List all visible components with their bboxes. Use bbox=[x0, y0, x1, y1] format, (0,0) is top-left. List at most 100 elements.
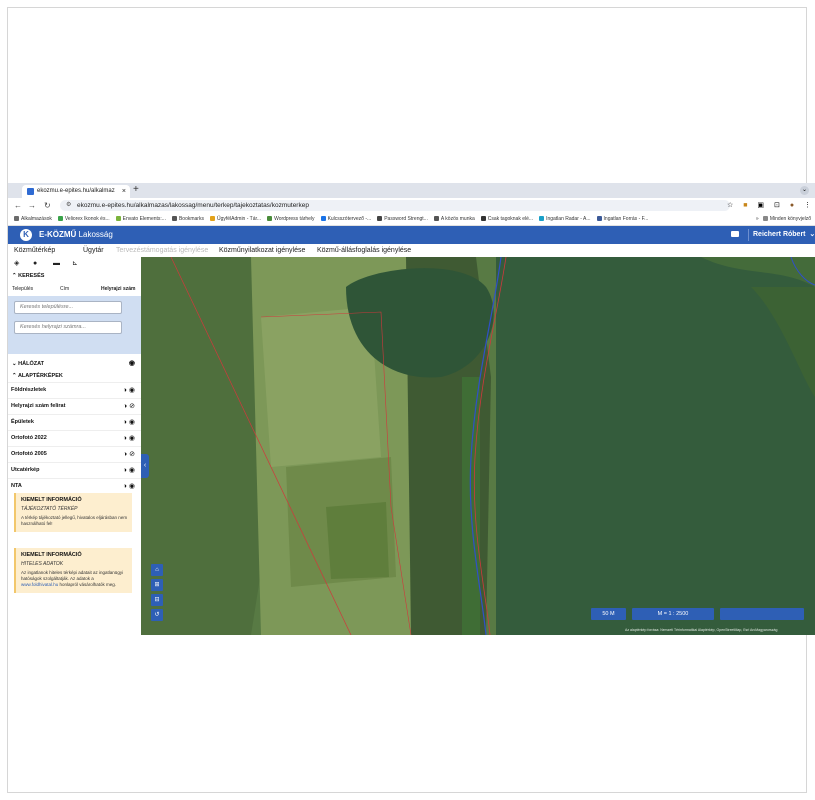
back-icon[interactable]: ← bbox=[14, 198, 22, 213]
bookmarks-more[interactable]: » bbox=[756, 216, 759, 222]
info-heading: KIEMELT INFORMÁCIÓ bbox=[21, 552, 82, 558]
eye-icon[interactable]: ◉ bbox=[129, 483, 135, 490]
new-tab-icon[interactable]: + bbox=[133, 184, 139, 195]
menu-item-kozmu-allasfoglalas[interactable]: Közmű-állásfoglalás igénylése bbox=[317, 244, 411, 257]
bookmark-star-icon[interactable]: ☆ bbox=[727, 200, 733, 211]
user-menu[interactable]: Reichert Róbert ⌄ bbox=[753, 226, 815, 244]
browser-tab[interactable]: ekozmu.e-epites.hu/alkalmaz × bbox=[22, 185, 130, 198]
bookmark-icon bbox=[267, 216, 273, 221]
bookmark-item[interactable]: Csak tagoknak elé... bbox=[480, 213, 534, 225]
menu-item-kozmunyilatkozat[interactable]: Közműnyilatkozat igénylése bbox=[219, 244, 305, 257]
eye-icon[interactable]: ◉ bbox=[129, 435, 135, 442]
info-icon[interactable]: ● bbox=[33, 257, 37, 270]
menu-item-kozmuterkep[interactable]: Közműtérkép bbox=[14, 244, 55, 257]
layer-row[interactable]: Földrészletek ◑ ◉ bbox=[8, 382, 141, 398]
search-panel: Keresés településre... Keresés helyrajzi… bbox=[8, 296, 141, 354]
extension-icon[interactable]: ■ bbox=[743, 200, 747, 211]
eye-icon[interactable]: ◉ bbox=[129, 358, 135, 370]
tab-parcel-number[interactable]: Helyrajzi szám bbox=[101, 282, 135, 296]
layer-label: Ortofotó 2022 bbox=[11, 435, 47, 441]
menu-icon[interactable]: ⋮ bbox=[804, 200, 811, 211]
url-text: ekozmu.e-epites.hu/alkalmazas/lakossag/m… bbox=[77, 202, 309, 209]
home-icon[interactable]: ⌂ bbox=[151, 564, 163, 576]
bookmark-item[interactable]: Wordpress tárhely bbox=[267, 213, 315, 225]
bookmark-item[interactable]: ÜgyfélAdmin - Tár... bbox=[209, 213, 262, 225]
layers-icon[interactable]: ◈ bbox=[14, 257, 19, 270]
bookmark-item[interactable]: A közös munka bbox=[433, 213, 475, 225]
forward-icon[interactable]: → bbox=[28, 198, 36, 213]
tab-search-icon[interactable]: ⌄ bbox=[800, 186, 809, 195]
eye-off-icon[interactable]: ⊘ bbox=[129, 451, 135, 458]
extension-icon[interactable]: ▣ bbox=[757, 200, 764, 211]
bookmark-icon bbox=[209, 216, 215, 221]
settlement-search-input[interactable]: Keresés településre... bbox=[14, 301, 122, 314]
layer-row[interactable]: Helyrajzi szám felirat ◑ ⊘ bbox=[8, 398, 141, 414]
layer-controls: ◑ ⊘ bbox=[123, 399, 135, 414]
bookmark-item[interactable]: Envato Elements:... bbox=[115, 213, 166, 225]
bookmark-icon bbox=[115, 216, 121, 221]
url-field[interactable]: ⚙ ekozmu.e-epites.hu/alkalmazas/lakossag… bbox=[60, 200, 730, 211]
bookmark-label: Alkalmazások bbox=[21, 216, 52, 222]
layer-row[interactable]: Ortofotó 2022 ◑ ◉ bbox=[8, 430, 141, 446]
bookmark-item[interactable]: Ingatlan Forrás - F... bbox=[596, 213, 648, 225]
layer-row[interactable]: NTA ◑ ◉ bbox=[8, 478, 141, 494]
sidebar-collapse-button[interactable]: ‹ bbox=[141, 454, 149, 478]
basemaps-section-header[interactable]: ⌃ ALAPTÉRKÉPEK bbox=[8, 370, 141, 382]
map-controls: ⌂ ⊞ ⊟ ↺ bbox=[151, 564, 163, 624]
browser-tab-bar: ekozmu.e-epites.hu/alkalmaz × + ⌄ bbox=[8, 183, 815, 198]
undo-icon[interactable]: ↺ bbox=[151, 609, 163, 621]
header-divider bbox=[748, 229, 749, 241]
zoom-out-icon[interactable]: ⊟ bbox=[151, 594, 163, 606]
zoom-in-icon[interactable]: ⊞ bbox=[151, 579, 163, 591]
info-subheading: HITELES ADATOK bbox=[21, 561, 64, 567]
bookmark-icon bbox=[14, 216, 19, 221]
layer-label: Földrészletek bbox=[11, 387, 47, 393]
coordinate-display bbox=[720, 608, 804, 620]
eye-icon[interactable]: ◉ bbox=[129, 467, 135, 474]
bookmark-icon bbox=[171, 216, 177, 221]
eye-icon[interactable]: ◉ bbox=[129, 387, 135, 394]
tab-address[interactable]: Cím bbox=[60, 282, 69, 296]
layer-label: Épületek bbox=[11, 419, 34, 425]
bookmarks-overflow[interactable]: » Minden könyvjelző bbox=[756, 213, 811, 225]
print-icon[interactable]: ▬ bbox=[53, 257, 60, 270]
bookmark-item[interactable]: Veliorex Ikonok és... bbox=[57, 213, 110, 225]
bookmark-item[interactable]: Kulcsszótervező -... bbox=[320, 213, 371, 225]
search-section-header[interactable]: ⌃ KERESÉS bbox=[8, 270, 141, 282]
network-section-header[interactable]: ⌄ HÁLÓZAT ◉ bbox=[8, 358, 141, 370]
all-bookmarks[interactable]: Minden könyvjelző bbox=[770, 216, 811, 222]
bookmark-item[interactable]: Ingatlan Radar - A... bbox=[539, 213, 591, 225]
favicon-icon bbox=[27, 188, 34, 195]
bookmark-icon bbox=[433, 216, 439, 221]
basemap-layer-list: Földrészletek ◑ ◉ Helyrajzi szám felirat ◑ … bbox=[8, 382, 141, 494]
reload-icon[interactable]: ↻ bbox=[44, 198, 51, 213]
sidebar-toolbar: ◈ ● ▬ ⊾ bbox=[8, 257, 141, 270]
bookmark-item[interactable]: Alkalmazások bbox=[14, 213, 52, 225]
layer-row[interactable]: Épületek ◑ ◉ bbox=[8, 414, 141, 430]
info-box-hiteles-adatok: KIEMELT INFORMÁCIÓ HITELES ADATOK Az ing… bbox=[14, 548, 132, 593]
search-section-title: KERESÉS bbox=[18, 273, 45, 279]
site-info-icon[interactable]: ⚙ bbox=[66, 200, 71, 211]
app-brand: E-KÖZMŰ Lakosság bbox=[39, 226, 113, 244]
measure-icon[interactable]: ⊾ bbox=[72, 257, 78, 270]
address-bar-row: ← → ↻ ⚙ ekozmu.e-epites.hu/alkalmazas/la… bbox=[8, 198, 815, 213]
close-tab-icon[interactable]: × bbox=[122, 185, 126, 198]
layer-row[interactable]: Utcatérkép ◑ ◉ bbox=[8, 462, 141, 478]
eye-off-icon[interactable]: ⊘ bbox=[129, 403, 135, 410]
layer-row[interactable]: Ortofotó 2005 ◑ ⊘ bbox=[8, 446, 141, 462]
bookmark-label: Csak tagoknak elé... bbox=[487, 216, 534, 222]
bookmark-item[interactable]: Password Strengt... bbox=[377, 213, 428, 225]
puzzle-icon[interactable]: ⊡ bbox=[774, 200, 780, 211]
bookmark-label: ÜgyfélAdmin - Tár... bbox=[216, 216, 262, 222]
foldhivatal-link[interactable]: www.foldhivatal.hu bbox=[21, 582, 58, 587]
bookmark-item[interactable]: Bookmarks bbox=[171, 213, 204, 225]
bookmark-label: Wordpress tárhely bbox=[274, 216, 315, 222]
map-view[interactable] bbox=[141, 257, 815, 635]
parcel-search-input[interactable]: Keresés helyrajzi számra... bbox=[14, 321, 122, 334]
mail-icon[interactable] bbox=[731, 231, 739, 237]
menu-item-ugytar[interactable]: Ügytár bbox=[83, 244, 104, 257]
profile-avatar-icon[interactable]: ● bbox=[790, 200, 794, 211]
eye-icon[interactable]: ◉ bbox=[129, 419, 135, 426]
tab-settlement[interactable]: Település bbox=[12, 282, 33, 296]
app-logo[interactable]: K bbox=[20, 229, 32, 241]
